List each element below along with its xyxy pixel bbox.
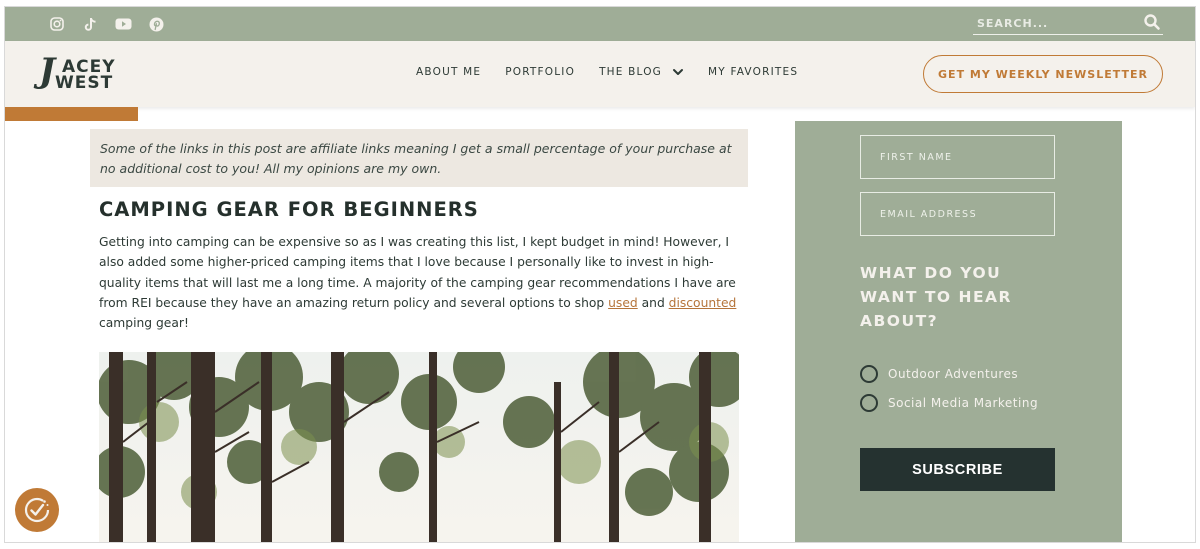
interest-question: WHAT DO YOU WANT TO HEAR ABOUT? xyxy=(860,264,1012,330)
newsletter-button[interactable]: GET MY WEEKLY NEWSLETTER xyxy=(923,55,1163,93)
email-input[interactable] xyxy=(861,193,1054,235)
nav-label: ABOUT ME xyxy=(416,66,482,78)
email-field xyxy=(860,192,1055,236)
nav-label: THE BLOG xyxy=(599,66,663,78)
social-top-bar xyxy=(5,7,1195,41)
option-label: Social Media Marketing xyxy=(888,396,1039,410)
instagram-icon[interactable] xyxy=(47,14,67,34)
nav-portfolio[interactable]: PORTFOLIO xyxy=(505,66,575,78)
site-header: J ACEY WEST ABOUT ME PORTFOLIO THE BLOG … xyxy=(5,41,1195,107)
nav-label: MY FAVORITES xyxy=(708,66,799,78)
search-icon[interactable] xyxy=(1143,13,1161,31)
accent-bar xyxy=(5,107,138,121)
logo-line-2: WEST xyxy=(55,73,114,93)
forest-photo xyxy=(99,352,739,542)
paragraph-text: camping gear! xyxy=(99,316,189,331)
search-input[interactable] xyxy=(977,14,1127,32)
cookie-consent-button[interactable] xyxy=(15,488,59,532)
option-social-media-marketing[interactable]: Social Media Marketing xyxy=(860,394,1038,412)
nav-the-blog[interactable]: THE BLOG xyxy=(599,66,684,78)
nav-about-me[interactable]: ABOUT ME xyxy=(416,66,481,78)
logo-j: J xyxy=(39,51,56,91)
newsletter-signup-sidebar: WHAT DO YOU WANT TO HEAR ABOUT? Outdoor … xyxy=(795,121,1122,542)
radio-button[interactable] xyxy=(860,394,878,412)
main-nav: ABOUT ME PORTFOLIO THE BLOG MY FAVORITES xyxy=(416,66,822,78)
pinterest-icon[interactable] xyxy=(146,14,166,34)
radio-button[interactable] xyxy=(860,365,878,383)
first-name-input[interactable] xyxy=(861,136,1054,178)
tiktok-icon[interactable] xyxy=(80,14,100,34)
option-label: Outdoor Adventures xyxy=(888,367,1019,381)
subscribe-button[interactable]: SUBSCRIBE xyxy=(860,448,1055,491)
section-heading: CAMPING GEAR FOR BEGINNERS xyxy=(99,198,479,221)
cookie-consent-icon xyxy=(24,497,50,523)
affiliate-notice: Some of the links in this post are affil… xyxy=(90,129,748,187)
youtube-icon[interactable] xyxy=(113,14,133,34)
chevron-down-icon[interactable] xyxy=(672,67,684,77)
used-link[interactable]: used xyxy=(608,296,638,310)
site-logo[interactable]: J ACEY WEST xyxy=(39,51,135,97)
option-outdoor-adventures[interactable]: Outdoor Adventures xyxy=(860,365,1018,383)
nav-my-favorites[interactable]: MY FAVORITES xyxy=(708,66,798,78)
paragraph-text: and xyxy=(637,295,669,310)
discounted-link[interactable]: discounted xyxy=(669,296,737,310)
browser-viewport: J ACEY WEST ABOUT ME PORTFOLIO THE BLOG … xyxy=(4,6,1196,543)
first-name-field xyxy=(860,135,1055,179)
intro-paragraph: Getting into camping can be expensive so… xyxy=(99,232,749,333)
social-links xyxy=(47,14,166,34)
nav-label: PORTFOLIO xyxy=(505,66,576,78)
search-bar xyxy=(973,11,1163,35)
